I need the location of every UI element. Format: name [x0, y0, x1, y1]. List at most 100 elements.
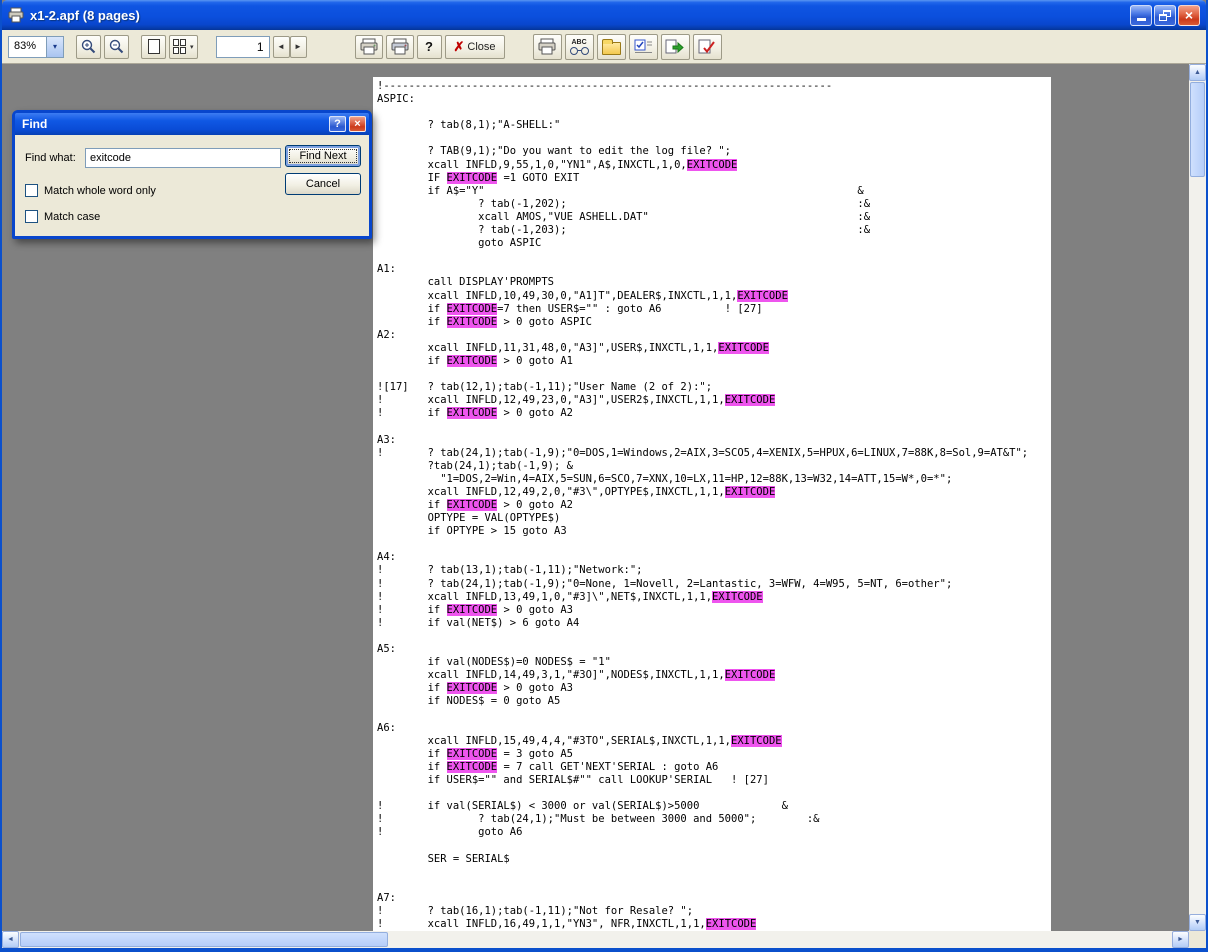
code-line: A5:	[377, 643, 1051, 656]
code-line: if EXITCODE > 0 goto A2	[377, 499, 1051, 512]
multi-page-view-button[interactable]: ▾	[169, 35, 198, 59]
code-line: if val(NODES$)=0 NODES$ = "1"	[377, 656, 1051, 669]
single-page-view-button[interactable]	[141, 35, 166, 59]
zoom-out-icon	[108, 38, 125, 55]
printer-icon	[359, 38, 379, 55]
code-line: xcall INFLD,12,49,2,0,"#3\",OPTYPE$,INXC…	[377, 486, 1051, 499]
find-what-input[interactable]	[85, 148, 281, 168]
code-line: call DISPLAY'PROMPTS	[377, 276, 1051, 289]
left-arrow-icon: ◄	[7, 936, 14, 943]
validate-button[interactable]	[693, 34, 722, 60]
code-line: if NODES$ = 0 goto A5	[377, 695, 1051, 708]
code-line: ! if val(NET$) > 6 goto A4	[377, 617, 1051, 630]
code-line: if EXITCODE = 3 goto A5	[377, 748, 1051, 761]
cancel-button[interactable]: Cancel	[285, 173, 361, 195]
code-line: ! xcall INFLD,12,49,23,0,"A3]",USER2$,IN…	[377, 394, 1051, 407]
help-icon: ?	[334, 118, 341, 130]
close-icon: ×	[1185, 8, 1193, 22]
code-line: if EXITCODE > 0 goto A1	[377, 355, 1051, 368]
up-arrow-icon: ▲	[1194, 69, 1201, 76]
code-line: ! if EXITCODE > 0 goto A2	[377, 407, 1051, 420]
code-line: xcall INFLD,14,49,3,1,"#3O]",NODES$,INXC…	[377, 669, 1051, 682]
chevron-down-icon[interactable]: ▾	[46, 37, 63, 57]
scroll-right-button[interactable]: ►	[1172, 931, 1189, 948]
page-number-input[interactable]	[216, 36, 270, 58]
options-form-button[interactable]	[629, 34, 658, 60]
find-dialog-titlebar[interactable]: Find ? ×	[15, 113, 369, 135]
down-arrow-icon: ▼	[1194, 919, 1201, 926]
code-line: ! xcall INFLD,13,49,1,0,"#3]\",NET$,INXC…	[377, 591, 1051, 604]
vertical-scrollbar[interactable]: ▲ ▼	[1189, 64, 1206, 931]
next-page-button[interactable]: ►	[290, 36, 307, 58]
code-line	[377, 839, 1051, 852]
checkbox-form-icon	[634, 39, 653, 55]
find-help-button[interactable]: ?	[329, 116, 346, 132]
print-document-button[interactable]	[533, 34, 562, 60]
export-icon	[665, 39, 685, 55]
printer-icon	[537, 38, 557, 55]
match-whole-word-label: Match whole word only	[44, 185, 156, 197]
match-whole-word-checkbox[interactable]	[25, 184, 38, 197]
export-button[interactable]	[661, 34, 690, 60]
code-line: "1=DOS,2=Win,4=AIX,5=SUN,6=SCO,7=XNX,10=…	[377, 473, 1051, 486]
code-line: if EXITCODE = 7 call GET'NEXT'SERIAL : g…	[377, 761, 1051, 774]
vertical-scroll-thumb[interactable]	[1190, 82, 1205, 177]
find-close-button[interactable]: ×	[349, 116, 366, 132]
code-line: if EXITCODE=7 then USER$="" : goto A6 ! …	[377, 303, 1051, 316]
code-line: ? tab(8,1);"A-SHELL:"	[377, 119, 1051, 132]
code-line: A3:	[377, 434, 1051, 447]
titlebar[interactable]: x1-2.apf (8 pages) ×	[2, 0, 1206, 30]
previous-page-button[interactable]: ◄	[273, 36, 290, 58]
code-line: ! ? tab(16,1);tab(-1,11);"Not for Resale…	[377, 905, 1051, 918]
print-button[interactable]	[355, 35, 383, 59]
code-content: !---------------------------------------…	[373, 77, 1051, 931]
minimize-button[interactable]	[1130, 5, 1152, 26]
match-case-checkbox[interactable]	[25, 210, 38, 223]
find-what-label: Find what:	[25, 152, 76, 164]
zoom-value: 83%	[9, 37, 46, 57]
help-button[interactable]: ?	[417, 35, 442, 59]
close-button[interactable]: ×	[1178, 5, 1200, 26]
close-preview-button[interactable]: ✗ Close	[445, 35, 505, 59]
code-line: ! goto A6	[377, 826, 1051, 839]
code-line	[377, 787, 1051, 800]
print-setup-button[interactable]	[386, 35, 414, 59]
scroll-up-button[interactable]: ▲	[1189, 64, 1206, 81]
zoom-out-button[interactable]	[104, 35, 129, 59]
match-whole-word-row: Match whole word only	[25, 184, 156, 197]
scroll-down-button[interactable]: ▼	[1189, 914, 1206, 931]
code-line: !---------------------------------------…	[377, 80, 1051, 93]
code-line: ? tab(-1,203); :&	[377, 224, 1051, 237]
code-line	[377, 866, 1051, 879]
open-file-button[interactable]	[597, 34, 626, 60]
horizontal-scroll-thumb[interactable]	[20, 932, 388, 947]
code-line: if USER$="" and SERIAL$#"" call LOOKUP'S…	[377, 774, 1051, 787]
code-line: if OPTYPE > 15 goto A3	[377, 525, 1051, 538]
find-next-button[interactable]: Find Next	[285, 145, 361, 167]
code-line: ! ? tab(24,1);tab(-1,9);"0=DOS,1=Windows…	[377, 447, 1051, 460]
zoom-in-icon	[80, 38, 97, 55]
zoom-in-button[interactable]	[76, 35, 101, 59]
code-line: ![17] ? tab(12,1);tab(-1,11);"User Name …	[377, 381, 1051, 394]
code-line: ? tab(-1,202); :&	[377, 198, 1051, 211]
printer-settings-icon	[390, 38, 410, 55]
code-line: ! ? tab(24,1);tab(-1,9);"0=None, 1=Novel…	[377, 578, 1051, 591]
chevron-down-icon[interactable]: ▾	[190, 43, 194, 51]
code-line	[377, 538, 1051, 551]
find-dialog-body: Find what: Find Next Cancel Match whole …	[15, 135, 369, 236]
code-line: xcall INFLD,9,55,1,0,"YN1",A$,INXCTL,1,0…	[377, 159, 1051, 172]
code-line: if EXITCODE > 0 goto ASPIC	[377, 316, 1051, 329]
code-line: ! ? tab(24,1);"Must be between 3000 and …	[377, 813, 1051, 826]
code-line: xcall INFLD,11,31,48,0,"A3]",USER$,INXCT…	[377, 342, 1051, 355]
code-line: SER = SERIAL$	[377, 853, 1051, 866]
window-title: x1-2.apf (8 pages)	[30, 8, 1124, 23]
find-text-button[interactable]: ABC	[565, 34, 594, 60]
close-icon: ×	[354, 118, 360, 130]
preview-area: !---------------------------------------…	[2, 64, 1206, 948]
restore-button[interactable]	[1154, 5, 1176, 26]
code-line: A1:	[377, 263, 1051, 276]
scroll-left-button[interactable]: ◄	[2, 931, 19, 948]
horizontal-scrollbar[interactable]: ◄ ►	[2, 931, 1189, 948]
zoom-select[interactable]: 83% ▾	[8, 36, 64, 58]
code-line: IF EXITCODE =1 GOTO EXIT	[377, 172, 1051, 185]
